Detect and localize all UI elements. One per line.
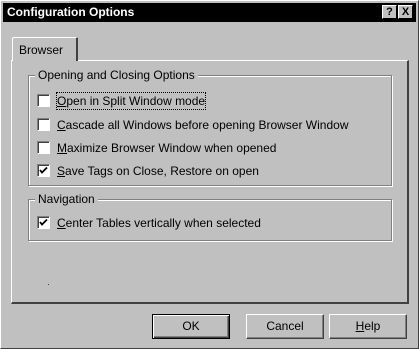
save-tags-checkbox[interactable] [37,164,50,177]
checkmark-icon [39,166,48,174]
cascade-windows-checkbox[interactable] [37,118,50,131]
tab-browser-label: Browser [19,43,64,57]
opening-closing-group-title: Opening and Closing Options [35,68,198,82]
split-window-checkbox[interactable] [37,94,50,107]
save-tags-label: Save Tags on Close, Restore on open [57,164,259,178]
decorative-dot [48,284,49,285]
cancel-button[interactable]: Cancel [246,314,324,339]
center-tables-checkbox[interactable] [37,216,50,229]
help-button[interactable]: Help [329,314,407,339]
browser-tab-panel: Opening and Closing Options Open in Spli… [11,60,409,304]
opening-closing-group: Opening and Closing Options Open in Spli… [28,68,392,186]
navigation-group-title: Navigation [35,192,98,206]
maximize-window-checkbox[interactable] [37,141,50,154]
tab-browser[interactable]: Browser [12,37,78,61]
cascade-windows-label: Cascade all Windows before opening Brows… [57,118,349,132]
split-window-label: Open in Split Window mode [55,92,207,110]
window-title: Configuration Options [7,5,135,19]
navigation-group: Navigation Center Tables vertically when… [28,192,392,241]
maximize-window-label: Maximize Browser Window when opened [57,141,277,155]
configuration-dialog: Configuration Options ? X Browser Openin… [0,0,419,349]
help-icon[interactable]: ? [382,5,397,19]
close-icon[interactable]: X [398,5,413,19]
center-tables-label: Center Tables vertically when selected [57,216,261,230]
checkmark-icon [39,218,48,226]
title-bar[interactable]: Configuration Options ? X [3,3,416,22]
ok-button[interactable]: OK [152,314,230,339]
